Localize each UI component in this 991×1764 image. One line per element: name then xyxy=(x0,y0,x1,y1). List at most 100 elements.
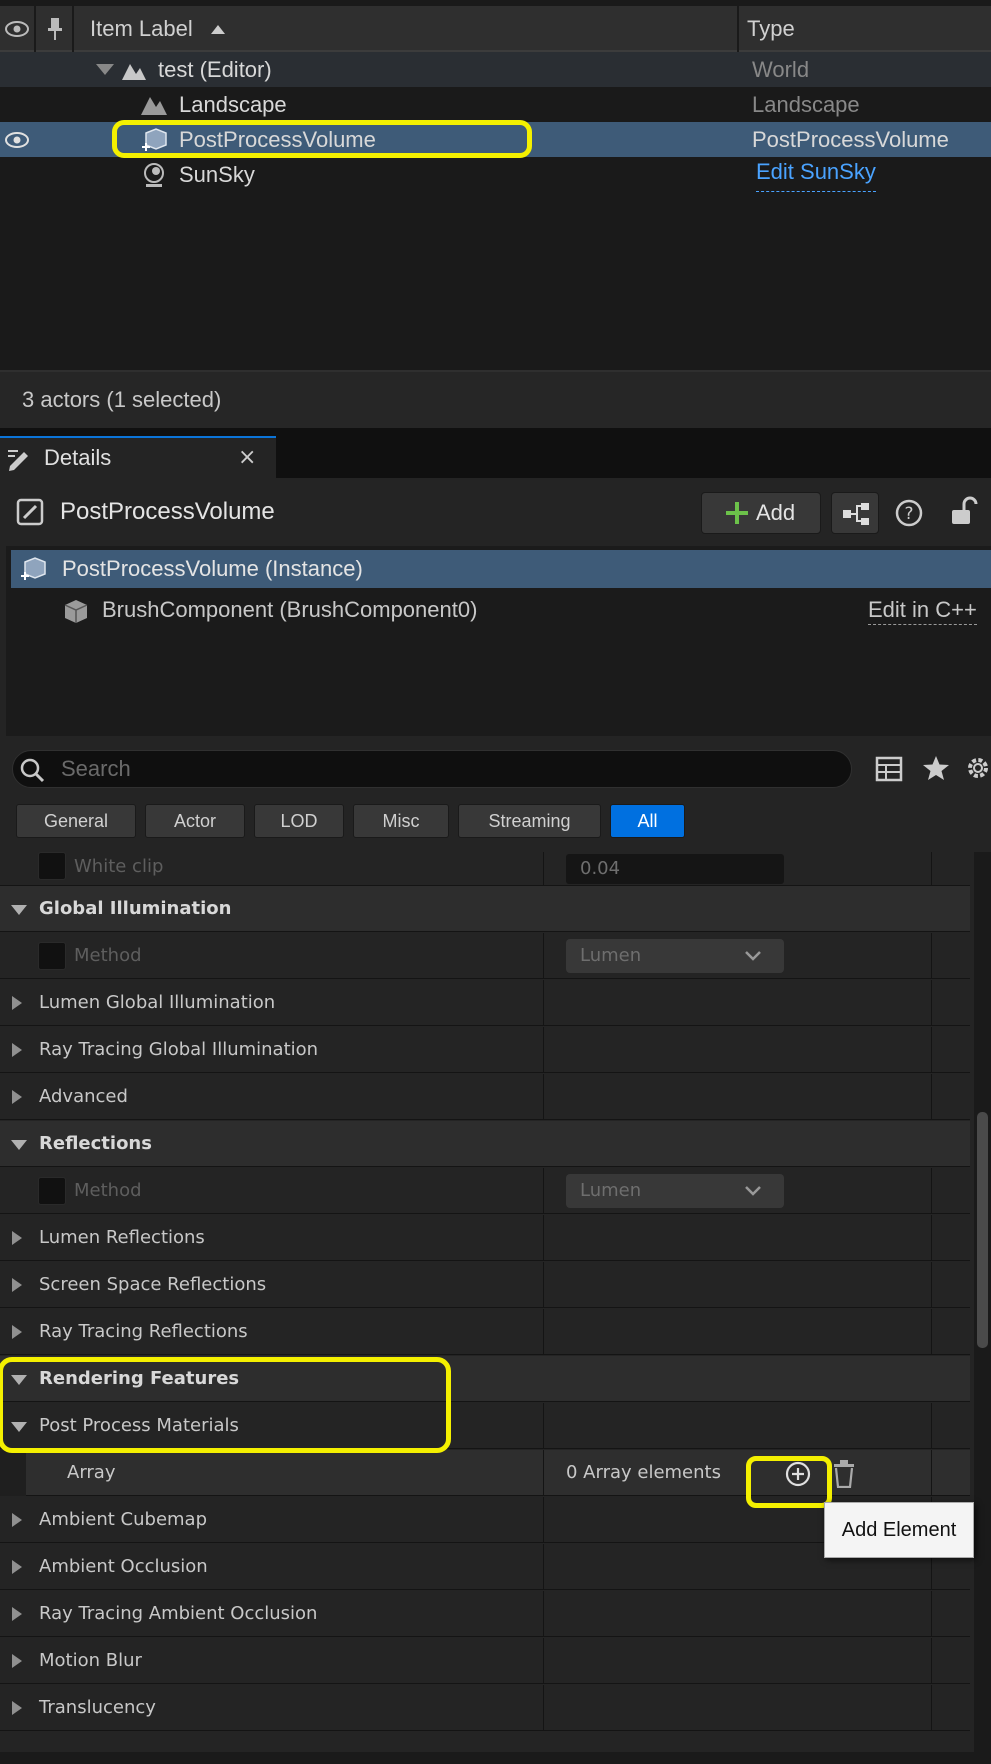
group-label: Ray Tracing Ambient Occlusion xyxy=(39,1603,318,1624)
expand-arrow-icon[interactable] xyxy=(12,1278,22,1292)
component-brush-label: BrushComponent (BrushComponent0) xyxy=(102,597,478,622)
outliner-row-label: Landscape xyxy=(179,92,287,117)
post-process-volume-icon xyxy=(142,128,167,151)
actor-count: 3 actors (1 selected) xyxy=(22,387,222,412)
pencil-icon xyxy=(8,450,28,471)
group-screen-space-reflections[interactable]: Screen Space Reflections xyxy=(0,1262,970,1308)
filter-actor[interactable]: Actor xyxy=(145,804,245,838)
group-label: Ray Tracing Reflections xyxy=(39,1321,248,1342)
filter-misc[interactable]: Misc xyxy=(353,804,449,838)
category-rendering-features[interactable]: Rendering Features xyxy=(0,1356,970,1402)
expand-arrow-icon[interactable] xyxy=(12,996,22,1010)
group-label: Lumen Global Illumination xyxy=(39,992,276,1013)
property-row-array: Array 0 Array elements xyxy=(0,1450,970,1496)
component-brush-row[interactable]: BrushComponent (BrushComponent0) Edit in… xyxy=(6,590,989,630)
blueprint-button[interactable] xyxy=(831,492,879,534)
category-label: Rendering Features xyxy=(39,1368,240,1389)
filter-streaming[interactable]: Streaming xyxy=(458,804,601,838)
category-global-illumination[interactable]: Global Illumination xyxy=(0,886,970,932)
lock-icon[interactable] xyxy=(950,496,978,526)
group-label: Ray Tracing Global Illumination xyxy=(39,1039,319,1060)
item-label-column-header[interactable]: Item Label xyxy=(75,6,739,52)
add-component-button[interactable]: Add xyxy=(701,492,821,534)
outliner-row-sunsky[interactable]: SunSky Edit SunSky xyxy=(0,157,991,192)
svg-text:?: ? xyxy=(904,504,913,524)
eye-icon[interactable] xyxy=(5,132,29,148)
category-label: Reflections xyxy=(39,1133,152,1154)
component-instance-row[interactable]: PostProcessVolume (Instance) xyxy=(11,550,991,588)
dropdown-value: Lumen xyxy=(580,945,642,966)
actor-icon xyxy=(16,498,44,526)
expand-arrow-icon[interactable] xyxy=(12,1654,22,1668)
group-lumen-gi[interactable]: Lumen Global Illumination xyxy=(0,980,970,1026)
visibility-column-header[interactable] xyxy=(0,6,36,52)
chevron-down-icon xyxy=(745,951,761,961)
white-clip-value[interactable]: 0.04 xyxy=(566,854,784,884)
expand-arrow-icon[interactable] xyxy=(12,1090,22,1104)
sun-sky-icon xyxy=(144,163,164,187)
gi-method-dropdown[interactable]: Lumen xyxy=(566,939,784,973)
outliner-row-label: SunSky xyxy=(179,162,255,187)
outliner-header: Item Label Type xyxy=(0,6,991,52)
group-rt-reflections[interactable]: Ray Tracing Reflections xyxy=(0,1309,970,1355)
trash-icon[interactable] xyxy=(832,1460,856,1488)
edit-in-cpp-link[interactable]: Edit in C++ xyxy=(868,596,977,625)
expand-arrow-icon[interactable] xyxy=(12,1231,22,1245)
category-reflections[interactable]: Reflections xyxy=(0,1121,970,1167)
expand-arrow-icon[interactable] xyxy=(12,1325,22,1339)
group-rt-ambient-occlusion[interactable]: Ray Tracing Ambient Occlusion xyxy=(0,1591,970,1637)
collapse-arrow-icon[interactable] xyxy=(11,1140,27,1150)
group-rt-gi[interactable]: Ray Tracing Global Illumination xyxy=(0,1027,970,1073)
chevron-down-icon xyxy=(745,1186,761,1196)
details-tab[interactable]: Details × xyxy=(0,436,276,478)
expand-arrow-icon[interactable] xyxy=(12,1513,22,1527)
add-button-label: Add xyxy=(756,500,796,525)
search-input[interactable]: Search xyxy=(12,750,852,788)
reflections-method-dropdown[interactable]: Lumen xyxy=(566,1174,784,1208)
property-row-gi-method: Method Lumen xyxy=(0,933,970,979)
filter-general[interactable]: General xyxy=(16,804,136,838)
expand-arrow-icon[interactable] xyxy=(12,1607,22,1621)
collapse-arrow-icon[interactable] xyxy=(11,905,27,915)
edit-sunsky-link[interactable]: Edit SunSky xyxy=(756,157,876,192)
expand-arrow-icon[interactable] xyxy=(12,1043,22,1057)
override-checkbox[interactable] xyxy=(38,942,66,970)
group-translucency[interactable]: Translucency xyxy=(0,1685,970,1731)
outliner-row-world[interactable]: test (Editor) World xyxy=(0,52,991,87)
group-motion-blur[interactable]: Motion Blur xyxy=(0,1638,970,1684)
settings-gear-icon[interactable] xyxy=(964,754,991,782)
filter-lod[interactable]: LOD xyxy=(254,804,344,838)
item-label-header-text: Item Label xyxy=(90,16,193,41)
cube-icon xyxy=(64,600,88,623)
category-label: Global Illumination xyxy=(39,898,232,919)
pin-icon xyxy=(47,18,62,40)
property-label: Method xyxy=(74,945,142,966)
collapse-arrow-icon[interactable] xyxy=(11,1422,27,1432)
star-icon[interactable] xyxy=(922,755,950,781)
add-element-icon[interactable] xyxy=(784,1460,812,1488)
expand-arrow-icon[interactable] xyxy=(12,1701,22,1715)
group-lumen-reflections[interactable]: Lumen Reflections xyxy=(0,1215,970,1261)
override-checkbox[interactable] xyxy=(38,1177,66,1205)
pin-column-header[interactable] xyxy=(37,6,74,52)
group-label: Screen Space Reflections xyxy=(39,1274,267,1295)
group-advanced[interactable]: Advanced xyxy=(0,1074,970,1120)
property-label: Method xyxy=(74,1180,142,1201)
collapse-arrow-icon[interactable] xyxy=(11,1375,27,1385)
search-placeholder: Search xyxy=(61,756,131,781)
outliner-row-postprocessvolume[interactable]: PostProcessVolume PostProcessVolume xyxy=(0,122,991,157)
override-checkbox[interactable] xyxy=(38,852,66,880)
expand-arrow-icon[interactable] xyxy=(12,1560,22,1574)
scrollbar-thumb[interactable] xyxy=(977,1112,988,1348)
help-icon[interactable]: ? xyxy=(894,498,924,528)
outliner-row-landscape[interactable]: Landscape Landscape xyxy=(0,87,991,122)
close-tab-icon[interactable]: × xyxy=(238,438,256,478)
sort-ascending-icon xyxy=(211,25,225,34)
filter-all[interactable]: All xyxy=(610,804,685,838)
type-column-header[interactable]: Type xyxy=(747,6,795,52)
expand-arrow-icon[interactable] xyxy=(96,64,114,75)
outliner-row-type: World xyxy=(752,57,810,82)
property-matrix-icon[interactable] xyxy=(875,756,903,782)
group-post-process-materials[interactable]: Post Process Materials xyxy=(0,1403,970,1449)
group-label: Ambient Occlusion xyxy=(39,1556,208,1577)
